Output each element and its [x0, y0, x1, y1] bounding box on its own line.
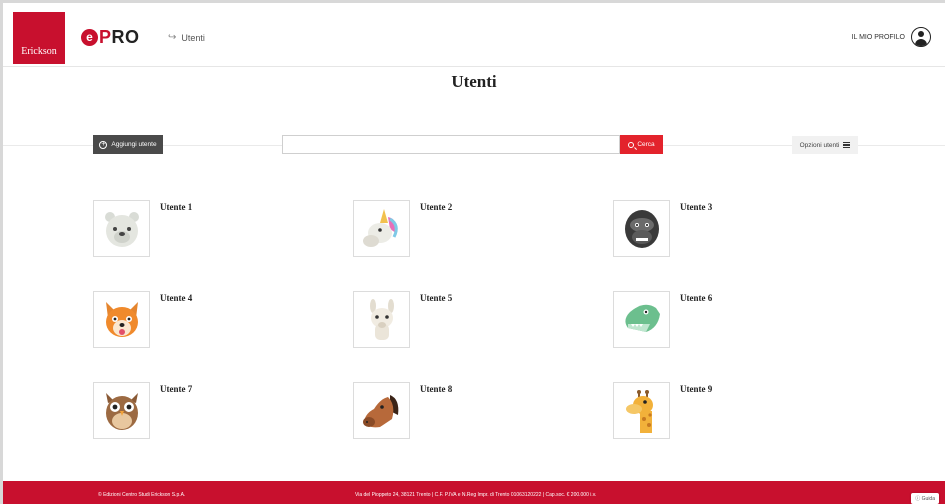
- giraffe-avatar-icon: [613, 382, 670, 439]
- erickson-logo[interactable]: Erickson: [13, 12, 65, 64]
- unicorn-avatar-icon: [353, 200, 410, 257]
- breadcrumb: ↪ Utenti: [168, 32, 205, 43]
- user-card-4[interactable]: Utente 4: [93, 291, 192, 348]
- footer-address: Via del Pioppeto 24, 38121 Trento | C.F.…: [355, 492, 597, 498]
- search-icon: [628, 141, 635, 148]
- user-card-5[interactable]: Utente 5: [353, 291, 452, 348]
- user-card-2[interactable]: Utente 2: [353, 200, 452, 257]
- help-circle-icon: ⓘ: [915, 496, 921, 502]
- top-header: Erickson e PRO ↪ Utenti IL MIO PROFILO: [3, 3, 945, 67]
- profile-label: IL MIO PROFILO: [851, 33, 905, 41]
- fox-avatar-icon: [93, 291, 150, 348]
- user-circle-icon: [911, 27, 931, 47]
- user-name: Utente 8: [420, 384, 453, 394]
- page-title: Utenti: [451, 72, 497, 91]
- menu-icon: [843, 142, 851, 148]
- user-name: Utente 2: [420, 202, 453, 212]
- help-button[interactable]: ⓘ Guida: [911, 493, 939, 504]
- return-arrow-icon: ↪: [168, 32, 177, 43]
- user-card-1[interactable]: Utente 1: [93, 200, 192, 257]
- add-user-button[interactable]: + Aggiungi utente: [93, 135, 163, 154]
- user-name: Utente 6: [680, 293, 713, 303]
- user-name: Utente 3: [680, 202, 713, 212]
- search-button[interactable]: Cerca: [620, 135, 663, 154]
- dinosaur-avatar-icon: [613, 291, 670, 348]
- user-name: Utente 7: [160, 384, 193, 394]
- user-options-button[interactable]: Opzioni utenti: [792, 136, 858, 154]
- owl-avatar-icon: [93, 382, 150, 439]
- user-card-6[interactable]: Utente 6: [613, 291, 712, 348]
- search-input[interactable]: [282, 135, 620, 154]
- user-card-3[interactable]: Utente 3: [613, 200, 712, 257]
- plus-circle-icon: +: [99, 140, 108, 149]
- user-name: Utente 4: [160, 293, 193, 303]
- footer: © Edizioni Centro Studi Erickson S.p.A. …: [3, 481, 945, 504]
- breadcrumb-current[interactable]: Utenti: [181, 33, 205, 43]
- user-name: Utente 1: [160, 202, 193, 212]
- profile-menu[interactable]: IL MIO PROFILO: [852, 27, 931, 47]
- user-card-9[interactable]: Utente 9: [613, 382, 712, 439]
- epro-logo[interactable]: e PRO: [81, 27, 140, 47]
- user-name: Utente 9: [680, 384, 713, 394]
- llama-avatar-icon: [353, 291, 410, 348]
- user-name: Utente 5: [420, 293, 453, 303]
- gorilla-avatar-icon: [613, 200, 670, 257]
- user-card-8[interactable]: Utente 8: [353, 382, 452, 439]
- epro-logo-e: e: [81, 28, 98, 46]
- user-card-7[interactable]: Utente 7: [93, 382, 192, 439]
- footer-copyright: © Edizioni Centro Studi Erickson S.p.A.: [98, 492, 186, 498]
- polar-bear-avatar-icon: [93, 200, 150, 257]
- horse-avatar-icon: [353, 382, 410, 439]
